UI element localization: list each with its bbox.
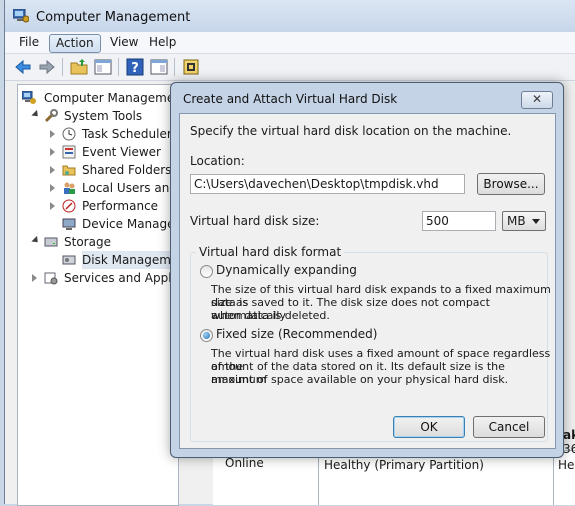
window-title: Computer Management [36, 10, 191, 25]
expand-arrow-icon[interactable] [50, 166, 55, 174]
column-divider [318, 451, 319, 505]
tree-item-label: Local Users and G [82, 181, 178, 195]
device-manager-icon [62, 218, 76, 230]
location-input[interactable]: C:\Users\davechen\Desktop\tmpdisk.vhd [190, 174, 465, 194]
tree-item-label: Shared Folders [82, 163, 172, 177]
menu-action[interactable]: Action [49, 34, 101, 53]
toolbar-separator [118, 58, 119, 76]
dialog-title: Create and Attach Virtual Hard Disk [183, 92, 398, 106]
format-group-label: Virtual hard disk format [196, 245, 345, 259]
expand-arrow-icon[interactable] [50, 130, 55, 138]
tree-item-label: Event Viewer [82, 145, 161, 159]
tools-icon [44, 109, 58, 123]
partial-text: ak [563, 428, 575, 442]
tree-item-label: Task Scheduler [82, 127, 172, 141]
users-icon [64, 182, 75, 194]
tree-item-label: Disk Managemen [82, 251, 178, 269]
tree-item-label: Computer Management [44, 91, 179, 105]
location-label: Location: [190, 154, 245, 168]
tree-item-label: Services and Applica [64, 271, 179, 285]
tree-item-label: Performance [82, 199, 159, 213]
expand-arrow-icon[interactable] [50, 148, 55, 156]
event-viewer-icon [62, 145, 76, 159]
shared-folder-icon [62, 165, 76, 176]
toolbar-separator [174, 58, 175, 76]
browse-button[interactable]: Browse... [477, 173, 545, 195]
volume-status-text: Hea [558, 458, 575, 472]
menu-file[interactable]: File [13, 34, 45, 51]
properties-icon[interactable] [149, 57, 169, 77]
toolbar: ? [5, 54, 575, 81]
title-bar: Computer Management [5, 0, 575, 32]
disk-status-text: Online [225, 456, 264, 470]
menu-bar: File Action View Help [5, 32, 575, 54]
expand-arrow-icon[interactable] [31, 109, 41, 120]
fixed-size-radio[interactable] [200, 329, 213, 342]
expand-arrow-icon[interactable] [32, 274, 37, 282]
tree-item-label: System Tools [64, 109, 143, 123]
back-arrow-icon[interactable] [13, 57, 33, 77]
toolbar-separator [62, 58, 63, 76]
close-button[interactable]: ✕ [521, 91, 553, 109]
size-label: Virtual hard disk size: [190, 214, 320, 228]
expand-arrow-icon[interactable] [50, 202, 55, 210]
disk-icon [62, 255, 76, 265]
menu-help[interactable]: Help [143, 34, 182, 51]
services-icon [44, 272, 58, 285]
dynamic-label[interactable]: Dynamically expanding [216, 263, 357, 277]
svg-text:?: ? [131, 61, 139, 76]
fixed-size-description: amount of space available on your physic… [211, 373, 509, 386]
help-icon[interactable]: ? [125, 57, 145, 77]
forward-arrow-icon[interactable] [37, 57, 57, 77]
computer-management-icon [22, 91, 36, 104]
clock-icon [62, 127, 76, 141]
volume-list-pane: Online Healthy (Primary Partition) Hea [213, 450, 575, 505]
size-input[interactable]: 500 [422, 211, 496, 231]
ok-button[interactable]: OK [393, 416, 465, 438]
performance-icon [62, 199, 76, 213]
tree-item-label: Storage [64, 235, 111, 249]
create-vhd-dialog: Create and Attach Virtual Hard Disk ✕ Sp… [170, 82, 564, 458]
tree-item-label: Device Manager [82, 217, 179, 231]
instruction-text: Specify the virtual hard disk location o… [190, 124, 512, 138]
storage-icon [44, 237, 58, 247]
expand-arrow-icon[interactable] [50, 184, 55, 192]
fixed-size-label[interactable]: Fixed size (Recommended) [216, 327, 377, 341]
column-divider [553, 451, 554, 505]
dynamic-description: when data is deleted. [211, 309, 330, 322]
volume-status-text: Healthy (Primary Partition) [324, 458, 484, 472]
chevron-down-icon [532, 219, 540, 224]
show-hide-tree-icon[interactable] [93, 57, 113, 77]
size-unit-select[interactable]: MB [502, 211, 546, 231]
dialog-body: Specify the virtual hard disk location o… [179, 113, 556, 449]
dynamic-radio[interactable] [200, 265, 213, 278]
console-icon[interactable] [181, 57, 201, 77]
up-folder-icon[interactable] [69, 57, 89, 77]
partial-text: 36. [563, 442, 575, 456]
size-unit-value: MB [507, 214, 526, 228]
expand-arrow-icon[interactable] [31, 235, 41, 246]
cancel-button[interactable]: Cancel [473, 416, 545, 438]
computer-management-icon [13, 9, 29, 23]
console-tree: Computer Management System Tools Task Sc… [17, 84, 179, 506]
menu-view[interactable]: View [104, 34, 144, 51]
